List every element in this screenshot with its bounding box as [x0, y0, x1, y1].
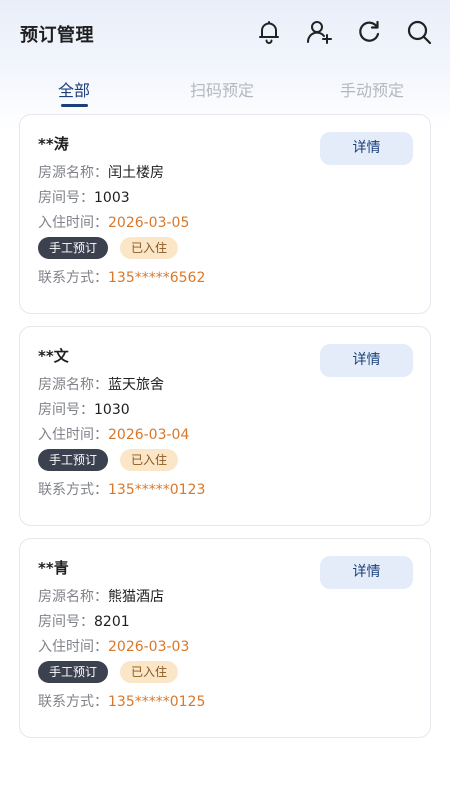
checkin-row: 入住时间：2026-03-05 [38, 212, 189, 232]
property-row: 房源名称：熊猫酒店 [38, 586, 164, 606]
booking-type-badge: 手工预订 [38, 237, 108, 259]
checkin-label: 入住时间： [38, 639, 108, 655]
search-icon[interactable] [405, 18, 433, 46]
detail-button[interactable]: 详情 [320, 132, 413, 165]
contact-label: 联系方式： [38, 482, 108, 498]
checkin-value: 2026-03-05 [108, 215, 190, 231]
room-label: 房间号： [38, 190, 94, 206]
booking-card: **文 详情 房源名称：蓝天旅舍 房间号：1030 入住时间：2026-03-0… [19, 326, 431, 526]
contact-value[interactable]: 135*****6562 [108, 270, 205, 286]
guest-name: **文 [38, 347, 69, 365]
contact-value[interactable]: 135*****0125 [108, 694, 205, 710]
contact-row: 联系方式：135*****0123 [38, 479, 205, 499]
property-label: 房源名称： [38, 377, 108, 393]
property-value: 蓝天旅舍 [108, 377, 164, 393]
detail-button[interactable]: 详情 [320, 556, 413, 589]
room-value: 1003 [94, 190, 130, 206]
checkin-row: 入住时间：2026-03-03 [38, 636, 189, 656]
tab-all[interactable]: 全部 [58, 77, 90, 101]
status-badge: 已入住 [120, 661, 178, 683]
property-value: 熊猫酒店 [108, 589, 164, 605]
booking-type-badge: 手工预订 [38, 449, 108, 471]
booking-card: **青 详情 房源名称：熊猫酒店 房间号：8201 入住时间：2026-03-0… [19, 538, 431, 738]
room-value: 1030 [94, 402, 130, 418]
room-row: 房间号：1030 [38, 399, 130, 419]
contact-value[interactable]: 135*****0123 [108, 482, 205, 498]
property-label: 房源名称： [38, 589, 108, 605]
status-badge: 已入住 [120, 449, 178, 471]
tab-manual-booking[interactable]: 手动预定 [340, 77, 404, 101]
guest-name: **涛 [38, 135, 69, 153]
refresh-icon[interactable] [355, 18, 383, 46]
room-row: 房间号：8201 [38, 611, 130, 631]
status-badge: 已入住 [120, 237, 178, 259]
checkin-label: 入住时间： [38, 215, 108, 231]
top-bar: 预订管理 [0, 0, 450, 64]
property-value: 闰土楼房 [108, 165, 164, 181]
tab-scan-booking[interactable]: 扫码预定 [190, 77, 254, 101]
booking-type-badge: 手工预订 [38, 661, 108, 683]
checkin-label: 入住时间： [38, 427, 108, 443]
property-label: 房源名称： [38, 165, 108, 181]
add-user-icon[interactable] [305, 18, 333, 46]
property-row: 房源名称：闰土楼房 [38, 162, 164, 182]
contact-label: 联系方式： [38, 694, 108, 710]
page-title: 预订管理 [20, 25, 94, 46]
detail-button[interactable]: 详情 [320, 344, 413, 377]
room-label: 房间号： [38, 402, 94, 418]
guest-name: **青 [38, 559, 69, 577]
bell-icon[interactable] [255, 18, 283, 46]
room-value: 8201 [94, 614, 130, 630]
property-row: 房源名称：蓝天旅舍 [38, 374, 164, 394]
contact-row: 联系方式：135*****6562 [38, 267, 205, 287]
booking-card: **涛 详情 房源名称：闰土楼房 房间号：1003 入住时间：2026-03-0… [19, 114, 431, 314]
checkin-value: 2026-03-04 [108, 427, 190, 443]
checkin-row: 入住时间：2026-03-04 [38, 424, 189, 444]
filter-tabs: 全部 扫码预定 手动预定 [0, 70, 450, 110]
room-label: 房间号： [38, 614, 94, 630]
room-row: 房间号：1003 [38, 187, 130, 207]
contact-label: 联系方式： [38, 270, 108, 286]
contact-row: 联系方式：135*****0125 [38, 691, 205, 711]
active-tab-indicator [61, 104, 88, 107]
checkin-value: 2026-03-03 [108, 639, 190, 655]
